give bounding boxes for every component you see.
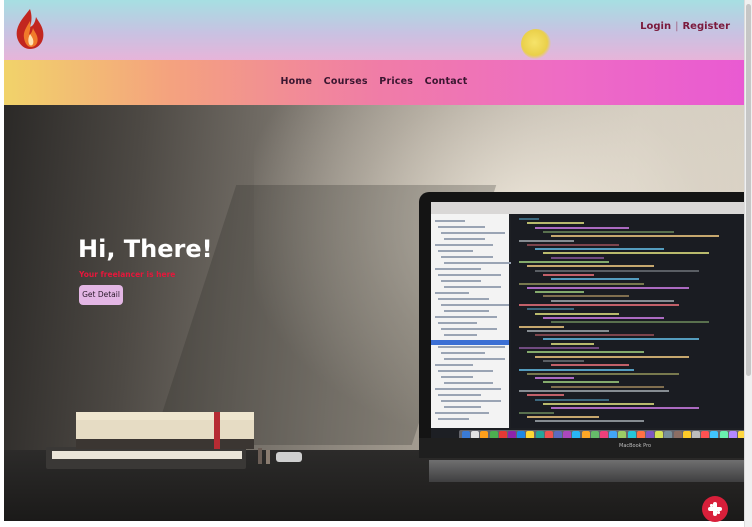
nav-item-contact[interactable]: Contact — [425, 76, 468, 87]
hero-tagline: Your freelancer is here — [79, 270, 176, 279]
laptop-brand: MacBook Pro — [619, 443, 652, 449]
notebook-stack — [46, 447, 246, 469]
hero-section: MacBook Pro Hi, There! Your freelancer i… — [4, 105, 744, 521]
cursor-highlight — [521, 29, 551, 59]
scrollbar-thumb[interactable] — [746, 4, 751, 376]
nav-item-home[interactable]: Home — [281, 76, 313, 87]
landing-page: Login | Register Home Courses Prices Conta… — [0, 0, 752, 527]
auth-links: Login | Register — [640, 21, 730, 32]
nav-menu: Home Courses Prices Contact — [4, 76, 744, 87]
pens — [258, 448, 302, 464]
nav-item-prices[interactable]: Prices — [379, 76, 413, 87]
book — [76, 412, 254, 449]
hero-headline: Hi, There! — [78, 235, 213, 263]
chat-button[interactable] — [702, 496, 728, 522]
laptop-screen — [431, 202, 744, 438]
auth-separator: | — [675, 21, 679, 32]
page-scrollbar[interactable] — [744, 0, 752, 527]
top-header: Login | Register — [4, 0, 744, 60]
chat-icon — [708, 502, 722, 516]
flame-logo-icon[interactable] — [13, 8, 47, 50]
nav-item-courses[interactable]: Courses — [324, 76, 368, 87]
login-link[interactable]: Login — [640, 21, 671, 32]
laptop-base — [429, 460, 744, 482]
laptop-chin: MacBook Pro — [419, 438, 744, 458]
get-detail-button[interactable]: Get Detail — [79, 285, 123, 305]
register-link[interactable]: Register — [682, 21, 730, 32]
laptop: MacBook Pro — [419, 192, 744, 458]
dock — [459, 430, 744, 438]
navigation-bar: Home Courses Prices Contact — [4, 60, 744, 105]
